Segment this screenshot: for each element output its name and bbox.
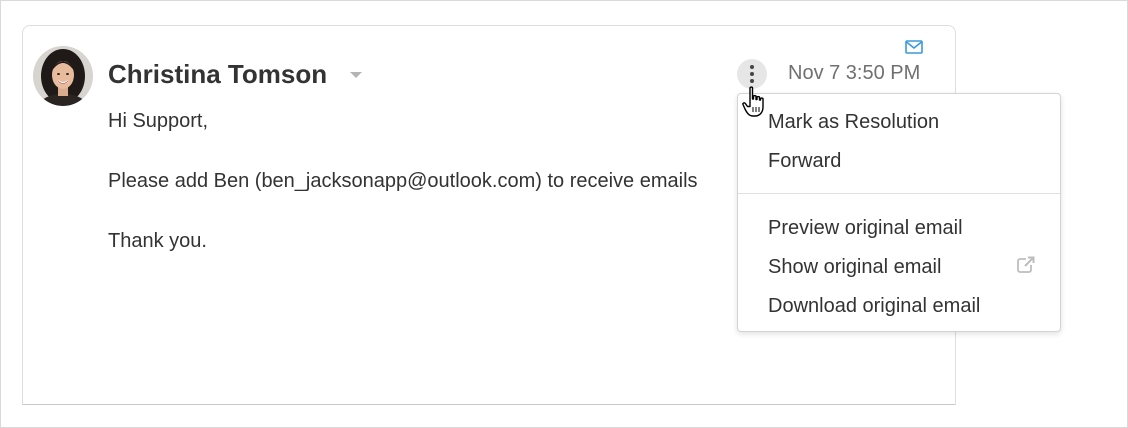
chevron-down-icon[interactable] <box>350 72 362 78</box>
menu-divider <box>738 193 1060 194</box>
menu-item-download-original[interactable]: Download original email <box>768 294 980 318</box>
email-greeting: Hi Support, <box>108 110 209 132</box>
menu-item-mark-as-resolution[interactable]: Mark as Resolution <box>768 110 939 134</box>
more-vertical-icon[interactable] <box>737 59 767 89</box>
email-actions-menu: Mark as Resolution Forward Preview origi… <box>737 93 1061 332</box>
menu-item-forward[interactable]: Forward <box>768 149 841 173</box>
email-closing: Thank you. <box>108 230 207 252</box>
more-dot <box>750 79 754 83</box>
sender-name[interactable]: Christina Tomson <box>108 58 327 90</box>
email-message: Please add Ben (ben_jacksonapp@outlook.c… <box>108 170 698 192</box>
more-dot <box>750 65 754 69</box>
menu-item-show-original[interactable]: Show original email <box>768 255 941 279</box>
envelope-icon <box>905 40 923 59</box>
sender-avatar[interactable] <box>33 46 93 106</box>
external-link-icon <box>1017 256 1035 279</box>
hand-pointer-icon <box>742 86 768 123</box>
menu-item-preview-original[interactable]: Preview original email <box>768 216 963 240</box>
more-dot <box>750 72 754 76</box>
email-timestamp: Nov 7 3:50 PM <box>788 62 921 84</box>
